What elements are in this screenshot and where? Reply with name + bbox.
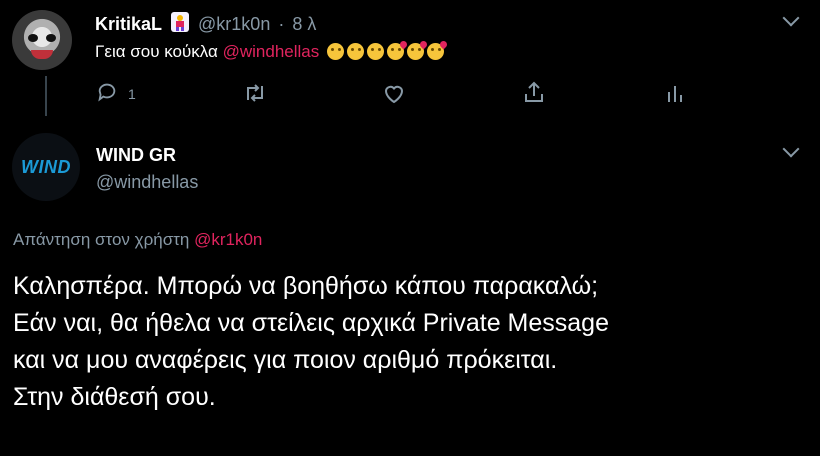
retweet-icon xyxy=(243,84,267,108)
tweet2-menu-chevron-icon[interactable] xyxy=(782,140,800,158)
analytics-icon xyxy=(665,86,685,108)
reply-context: Απάντηση στον χρήστη @kr1k0n xyxy=(13,230,262,250)
avatar-kritikal[interactable] xyxy=(12,10,72,70)
avatar-eye xyxy=(46,34,56,42)
dot-separator: · xyxy=(278,14,285,34)
handle[interactable]: @kr1k0n xyxy=(198,14,270,35)
like-button[interactable] xyxy=(382,82,406,109)
reply-icon xyxy=(96,81,118,106)
tweet2-body-line: Στην διάθεσή σου. xyxy=(13,383,216,411)
avatar-eye xyxy=(28,34,38,42)
tweet1-text: Γεια σου κούκλα @windhellas xyxy=(95,42,444,62)
display-name[interactable]: KritikaL xyxy=(95,14,162,35)
tweet1-header: KritikaL @kr1k0n · 8 λ xyxy=(95,11,316,38)
avatar-mouth xyxy=(31,50,53,59)
tweet2-body: Καλησπέρα. Μπορώ να βοηθήσω κάπου παρακα… xyxy=(13,268,813,416)
kiss-face-icon xyxy=(386,43,404,60)
kiss-face-icon xyxy=(406,43,424,60)
tweet2-body-line: Εάν ναι, θα ήθελα να στείλεις αρχικά Pri… xyxy=(13,309,609,337)
handle[interactable]: @windhellas xyxy=(96,172,198,193)
tweet2-body-line: Καλησπέρα. Μπορώ να βοηθήσω κάπου παρακα… xyxy=(13,272,599,300)
analytics-button[interactable] xyxy=(665,82,685,109)
timestamp[interactable]: 8 λ xyxy=(292,14,316,35)
tweet1-text-content: Γεια σου κούκλα xyxy=(95,42,218,61)
share-button[interactable] xyxy=(523,80,545,109)
mention-link[interactable]: @windhellas xyxy=(223,42,320,61)
wind-logo: WIND xyxy=(21,156,71,177)
tweet1-menu-chevron-icon[interactable] xyxy=(782,9,800,27)
thread-connector-line xyxy=(45,76,47,116)
reply-prefix: Απάντηση στον χρήστη xyxy=(13,230,190,249)
heart-icon xyxy=(382,85,406,108)
wink-face-icon xyxy=(346,43,364,60)
tweet2-body-line: και να μου αναφέρεις για ποιον αριθμό πρ… xyxy=(13,346,558,374)
wink-face-icon xyxy=(326,43,344,60)
wink-face-icon xyxy=(366,43,384,60)
display-name[interactable]: WIND GR xyxy=(96,145,176,166)
avatar-wind[interactable]: WIND xyxy=(12,133,80,201)
user-badge-icon xyxy=(170,11,190,38)
reply-count: 1 xyxy=(128,85,136,102)
kiss-face-icon xyxy=(426,43,444,60)
share-icon xyxy=(523,81,545,108)
reply-mention-link[interactable]: @kr1k0n xyxy=(194,230,262,249)
reply-button[interactable]: 1 xyxy=(96,81,136,106)
retweet-button[interactable] xyxy=(243,82,267,109)
